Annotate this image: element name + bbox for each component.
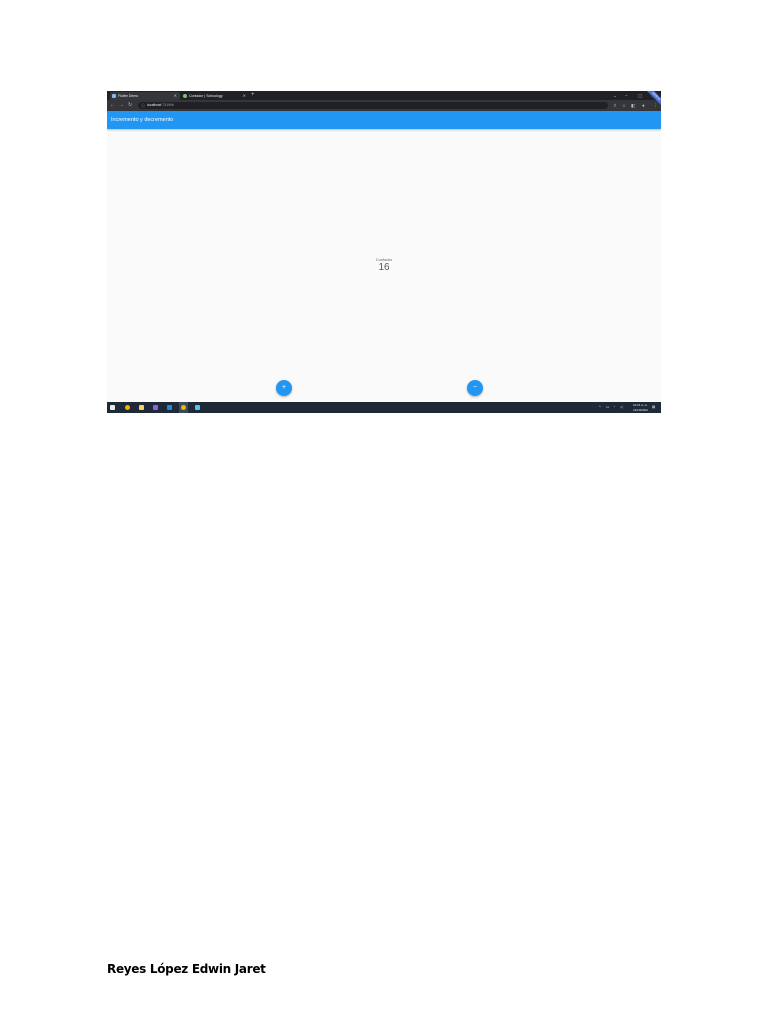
flutter-app-icon[interactable]	[195, 405, 200, 410]
increment-button[interactable]: +	[276, 380, 292, 396]
app-bar: Incremento y decremento	[107, 111, 661, 129]
browser-tab-strip: Flutter Demo ✕ Contador | Schoology ✕ + …	[107, 91, 661, 100]
tab-title: Flutter Demo	[118, 94, 139, 98]
close-tab-icon[interactable]: ✕	[174, 92, 177, 100]
minimize-button[interactable]: –	[625, 91, 628, 100]
tray-chevron-icon[interactable]: ^	[599, 402, 601, 413]
file-explorer-icon[interactable]	[139, 405, 144, 410]
browser-toolbar: ← → ↻ ⓘ localhost:7319/#/ ⇪ ☆ ◧ ● ⋮	[107, 100, 661, 111]
notifications-icon[interactable]: ▤	[652, 402, 655, 413]
reload-icon[interactable]: ↻	[128, 100, 132, 111]
address-bar[interactable]: ⓘ localhost:7319/#/	[138, 102, 608, 109]
battery-icon[interactable]: ▭	[606, 402, 609, 413]
tab-flutter-demo[interactable]: Flutter Demo ✕	[110, 92, 180, 100]
counter-display: Contador 16	[107, 257, 661, 274]
close-tab-icon[interactable]: ✕	[243, 92, 246, 100]
flutter-favicon-icon	[112, 94, 116, 98]
side-panel-icon[interactable]: ◧	[631, 100, 635, 111]
url-path: :7319/#/	[161, 103, 175, 107]
tab-schoology[interactable]: Contador | Schoology ✕	[181, 92, 249, 100]
bookmark-star-icon[interactable]: ☆	[622, 100, 626, 111]
back-arrow-icon[interactable]: ←	[110, 100, 115, 111]
windows-start-icon[interactable]	[110, 405, 115, 410]
new-tab-button[interactable]: +	[251, 91, 255, 100]
network-icon[interactable]: ◔	[613, 402, 615, 413]
profile-avatar-icon[interactable]: ●	[642, 100, 645, 111]
forward-arrow-icon[interactable]: →	[119, 100, 124, 111]
counter-value: 16	[378, 262, 390, 273]
screenshot: Flutter Demo ✕ Contador | Schoology ✕ + …	[107, 91, 661, 413]
maximize-button[interactable]: ▢	[638, 91, 642, 100]
site-info-icon[interactable]: ⓘ	[141, 102, 145, 109]
url-host: localhost	[147, 103, 162, 107]
taskbar-clock[interactable]: 10:21 a. m. 11/10/2022	[633, 403, 648, 412]
clock-time: 10:21 a. m.	[632, 403, 648, 407]
app-bar-title: Incremento y decremento	[111, 117, 174, 123]
clock-date: 11/10/2022	[633, 407, 648, 412]
decrement-button[interactable]: −	[467, 380, 483, 396]
volume-icon[interactable]: ◁	[620, 402, 623, 413]
chrome-icon[interactable]	[125, 405, 130, 410]
vscode-icon[interactable]	[167, 405, 172, 410]
tab-title: Contador | Schoology	[189, 94, 223, 98]
windows-taskbar: ^ ▭ ◔ ◁ 10:21 a. m. 11/10/2022 ▤	[107, 402, 661, 413]
schoology-favicon-icon	[183, 94, 187, 98]
visual-studio-icon[interactable]	[153, 405, 158, 410]
document-author: Reyes López Edwin Jaret	[107, 962, 266, 976]
chrome-active-icon[interactable]	[181, 405, 186, 410]
tab-search-icon[interactable]: ⌄	[613, 91, 617, 100]
share-icon[interactable]: ⇪	[613, 100, 617, 111]
